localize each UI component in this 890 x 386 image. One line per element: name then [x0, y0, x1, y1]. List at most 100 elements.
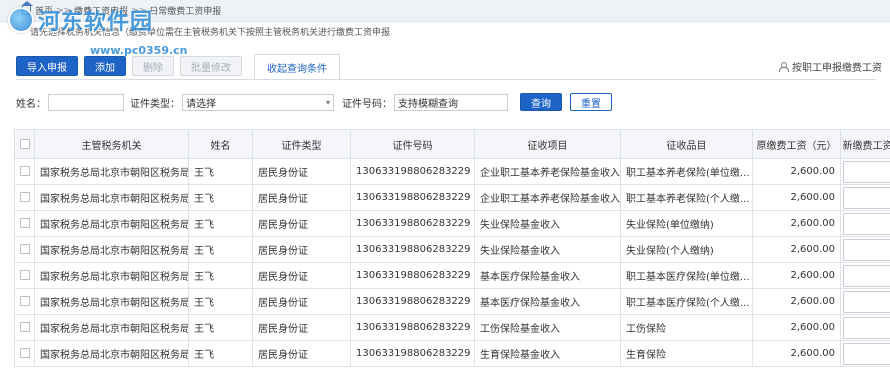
query-button[interactable]: 查询	[520, 93, 562, 111]
declare-by-employee-link[interactable]: 按职工申报缴费工资	[778, 59, 882, 74]
delete-button[interactable]: 删除	[132, 56, 174, 76]
levy-item-cell: 企业职工基本养老保险基金收入	[474, 158, 621, 185]
id-number-cell: 130633198806283229	[350, 340, 475, 367]
row-checkbox[interactable]	[14, 314, 35, 341]
row-checkbox[interactable]	[14, 236, 35, 263]
original-wage-cell: 2,600.00	[752, 314, 841, 341]
import-button[interactable]: 导入申报	[16, 56, 78, 76]
id-no-input[interactable]: 支持模糊查询	[394, 93, 508, 111]
data-table: 主管税务机关 姓名 证件类型 证件号码 征收项目 征收品目 原缴费工资（元） 新…	[14, 129, 890, 367]
new-wage-input[interactable]	[843, 160, 890, 183]
tax-authority-cell: 国家税务总局北京市朝阳区税务局	[34, 288, 189, 315]
original-wage-cell: 2,600.00	[752, 340, 841, 367]
new-wage-input[interactable]	[843, 342, 890, 365]
levy-item-cell: 失业保险基金收入	[474, 236, 621, 263]
original-wage-cell: 2,600.00	[752, 262, 841, 289]
id-number-cell: 130633198806283229	[350, 210, 475, 237]
tax-authority-cell: 国家税务总局北京市朝阳区税务局	[34, 262, 189, 289]
column-header: 新缴费工资	[840, 129, 890, 159]
tab-collapse-query[interactable]: 收起查询条件	[254, 54, 340, 80]
name-cell: 王飞	[188, 158, 253, 185]
table-row[interactable]: 国家税务总局北京市朝阳区税务局 王飞 居民身份证 130633198806283229…	[14, 340, 890, 367]
id-type-value: 请选择	[186, 98, 216, 110]
tax-authority-cell: 国家税务总局北京市朝阳区税务局	[34, 340, 189, 367]
table-header-row: 主管税务机关 姓名 证件类型 证件号码 征收项目 征收品目 原缴费工资（元） 新…	[14, 129, 890, 159]
new-wage-cell	[840, 236, 890, 263]
table-row[interactable]: 国家税务总局北京市朝阳区税务局 王飞 居民身份证 130633198806283229…	[14, 158, 890, 185]
name-cell: 王飞	[188, 340, 253, 367]
row-checkbox[interactable]	[14, 210, 35, 237]
id-type-select[interactable]: 请选择 ▾	[182, 93, 334, 111]
id-type-cell: 居民身份证	[252, 340, 351, 367]
filter-bar: 姓名： 证件类型： 请选择 ▾ 证件号码： 支持模糊查询 查询 重置	[16, 92, 612, 112]
chevron-down-icon: ▾	[325, 97, 330, 107]
tab-divider	[16, 79, 876, 80]
row-checkbox[interactable]	[14, 288, 35, 315]
new-wage-cell	[840, 340, 890, 367]
original-wage-cell: 2,600.00	[752, 158, 841, 185]
table-row[interactable]: 国家税务总局北京市朝阳区税务局 王飞 居民身份证 130633198806283229…	[14, 184, 890, 211]
id-type-cell: 居民身份证	[252, 210, 351, 237]
new-wage-cell	[840, 288, 890, 315]
tax-authority-cell: 国家税务总局北京市朝阳区税务局	[34, 158, 189, 185]
id-type-label: 证件类型：	[130, 98, 180, 110]
row-checkbox[interactable]	[14, 262, 35, 289]
new-wage-input[interactable]	[843, 290, 890, 313]
id-number-cell: 130633198806283229	[350, 288, 475, 315]
row-checkbox[interactable]	[14, 340, 35, 367]
table-row[interactable]: 国家税务总局北京市朝阳区税务局 王飞 居民身份证 130633198806283229…	[14, 288, 890, 315]
name-cell: 王飞	[188, 262, 253, 289]
id-number-cell: 130633198806283229	[350, 184, 475, 211]
column-header: 征收项目	[474, 129, 621, 159]
id-type-cell: 居民身份证	[252, 184, 351, 211]
new-wage-cell	[840, 262, 890, 289]
levy-category-cell: 生育保险	[620, 340, 753, 367]
levy-category-cell: 职工基本医疗保险(个人缴...	[620, 288, 753, 315]
row-checkbox[interactable]	[14, 158, 35, 185]
new-wage-cell	[840, 184, 890, 211]
declare-by-employee-label: 按职工申报缴费工资	[792, 63, 882, 74]
original-wage-cell: 2,600.00	[752, 288, 841, 315]
new-wage-input[interactable]	[843, 186, 890, 209]
id-no-label: 证件号码：	[342, 98, 392, 110]
name-cell: 王飞	[188, 184, 253, 211]
new-wage-input[interactable]	[843, 212, 890, 235]
tax-authority-cell: 国家税务总局北京市朝阳区税务局	[34, 314, 189, 341]
watermark-logo: 河东软件园	[8, 4, 153, 36]
name-input[interactable]	[48, 93, 124, 111]
id-type-cell: 居民身份证	[252, 314, 351, 341]
logo-mark-icon	[8, 7, 34, 33]
name-cell: 王飞	[188, 210, 253, 237]
levy-category-cell: 职工基本医疗保险(单位缴...	[620, 262, 753, 289]
new-wage-input[interactable]	[843, 238, 890, 261]
levy-category-cell: 职工基本养老保险(个人缴...	[620, 184, 753, 211]
tax-authority-cell: 国家税务总局北京市朝阳区税务局	[34, 184, 189, 211]
levy-category-cell: 失业保险(单位缴纳)	[620, 210, 753, 237]
select-all-checkbox[interactable]	[14, 129, 35, 159]
id-number-cell: 130633198806283229	[350, 158, 475, 185]
original-wage-cell: 2,600.00	[752, 236, 841, 263]
levy-category-cell: 工伤保险	[620, 314, 753, 341]
tax-authority-cell: 国家税务总局北京市朝阳区税务局	[34, 210, 189, 237]
new-wage-cell	[840, 210, 890, 237]
table-row[interactable]: 国家税务总局北京市朝阳区税务局 王飞 居民身份证 130633198806283229…	[14, 236, 890, 263]
levy-item-cell: 基本医疗保险基金收入	[474, 288, 621, 315]
tax-authority-cell: 国家税务总局北京市朝阳区税务局	[34, 236, 189, 263]
batch-edit-button[interactable]: 批量修改	[180, 56, 242, 76]
column-header: 姓名	[188, 129, 253, 159]
levy-item-cell: 基本医疗保险基金收入	[474, 262, 621, 289]
column-header: 证件号码	[350, 129, 475, 159]
table-row[interactable]: 国家税务总局北京市朝阳区税务局 王飞 居民身份证 130633198806283229…	[14, 314, 890, 341]
name-cell: 王飞	[188, 314, 253, 341]
reset-button[interactable]: 重置	[570, 93, 612, 111]
column-header: 主管税务机关	[34, 129, 189, 159]
table-row[interactable]: 国家税务总局北京市朝阳区税务局 王飞 居民身份证 130633198806283229…	[14, 262, 890, 289]
new-wage-input[interactable]	[843, 316, 890, 339]
column-header: 证件类型	[252, 129, 351, 159]
new-wage-input[interactable]	[843, 264, 890, 287]
table-row[interactable]: 国家税务总局北京市朝阳区税务局 王飞 居民身份证 130633198806283229…	[14, 210, 890, 237]
row-checkbox[interactable]	[14, 184, 35, 211]
original-wage-cell: 2,600.00	[752, 184, 841, 211]
add-button[interactable]: 添加	[84, 56, 126, 76]
levy-item-cell: 失业保险基金收入	[474, 210, 621, 237]
